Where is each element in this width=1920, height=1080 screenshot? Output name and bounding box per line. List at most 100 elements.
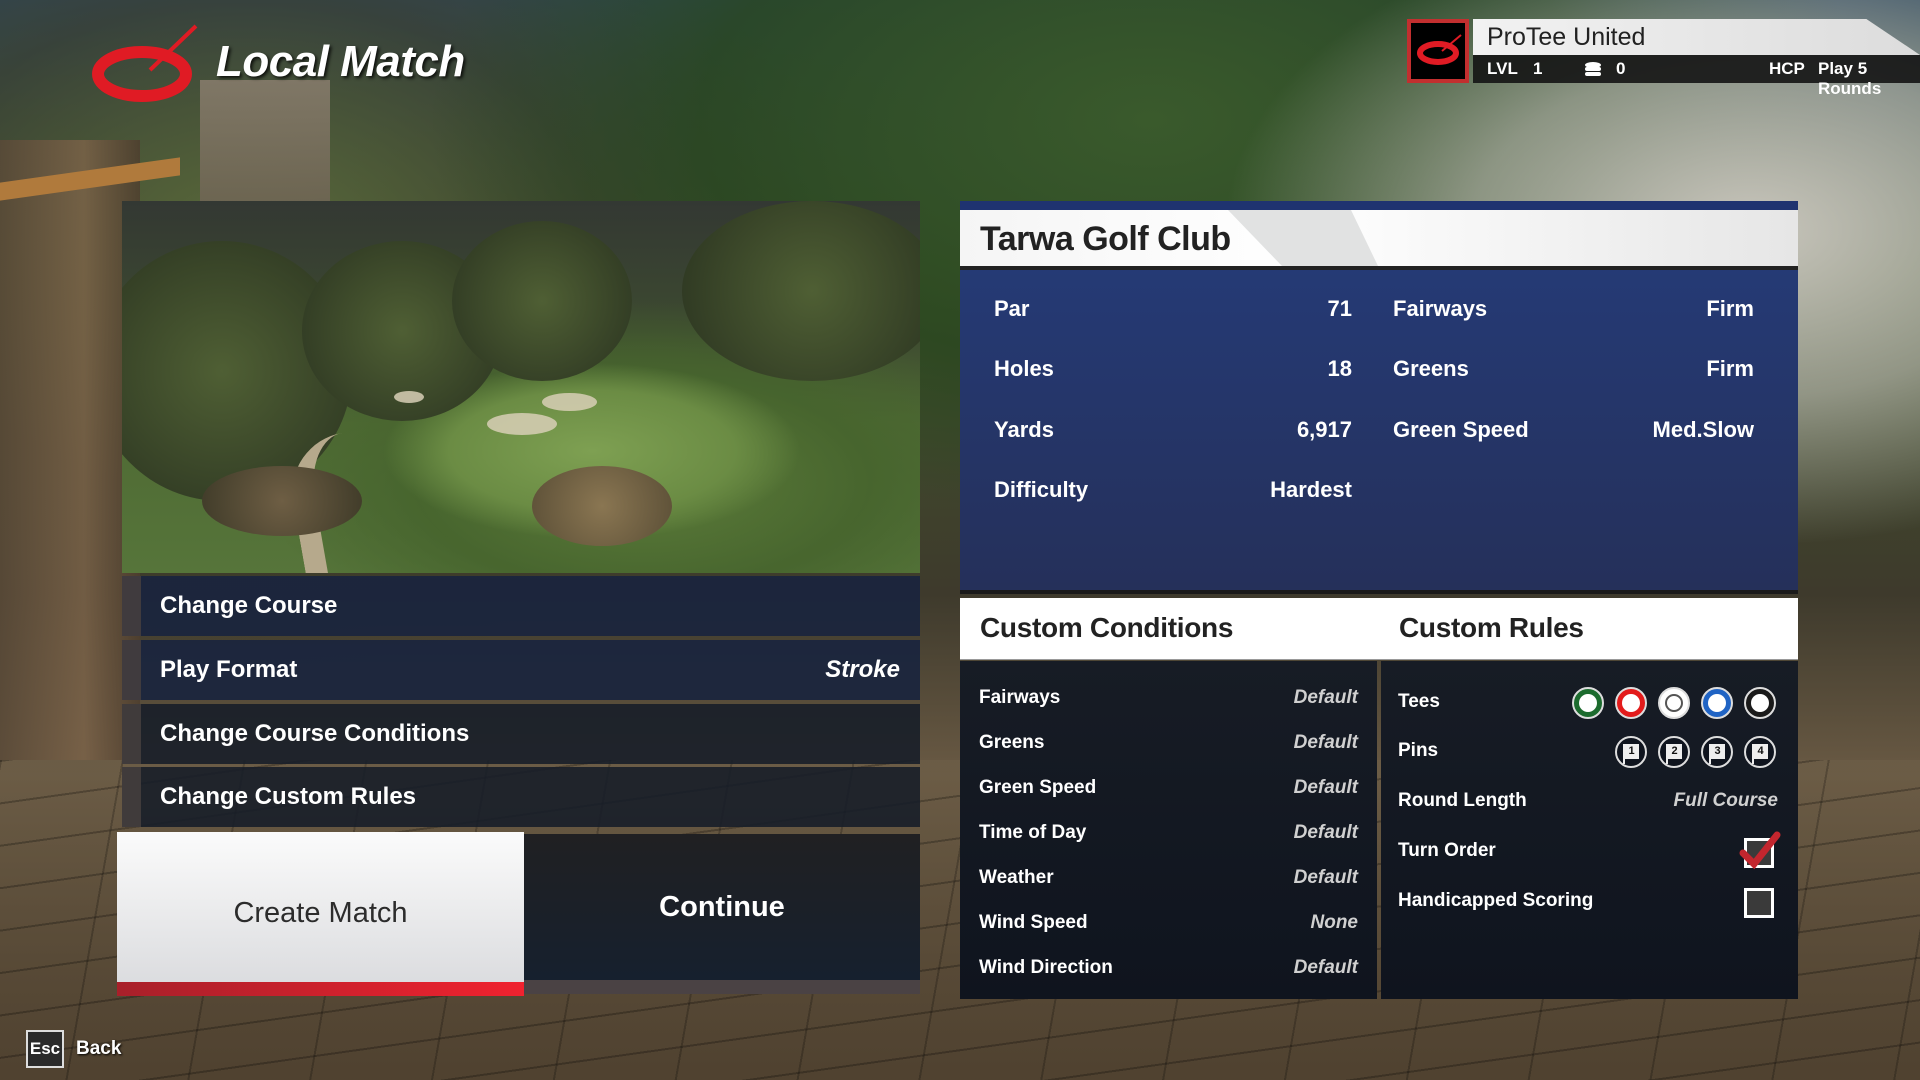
golf-ball-icon [1708, 694, 1726, 712]
coins-icon [1584, 61, 1602, 77]
condition-row: Time of Day Default [979, 822, 1358, 852]
condition-label: Fairways [979, 687, 1061, 708]
hcp-label: HCP [1769, 59, 1805, 78]
condition-label: Greens [979, 732, 1045, 753]
player-name: ProTee United [1487, 23, 1646, 51]
esc-key-icon[interactable]: Esc [26, 1030, 64, 1068]
page-title: Local Match [216, 37, 465, 86]
turn-order-label: Turn Order [1398, 840, 1496, 861]
holes-label: Holes [994, 356, 1054, 381]
pin-number: 1 [1624, 744, 1639, 759]
preview-tree [682, 201, 920, 381]
screen-header: Local Match [92, 22, 465, 102]
condition-row: Greens Default [979, 732, 1358, 762]
red-tee-icon[interactable] [1615, 687, 1647, 719]
continue-button-bar [524, 980, 920, 994]
greens-label: Greens [1393, 356, 1469, 381]
course-name: Tarwa Golf Club [980, 220, 1231, 258]
handicapped-scoring-row: Handicapped Scoring [1398, 886, 1778, 920]
change-course-conditions-label: Change Course Conditions [160, 720, 470, 747]
yards-label: Yards [994, 417, 1054, 442]
play-format-button[interactable]: Play Format Stroke [122, 640, 920, 700]
play-format-value: Stroke [825, 656, 900, 683]
preview-tree [452, 221, 632, 381]
condition-row: Weather Default [979, 867, 1358, 897]
course-preview-image [122, 201, 920, 573]
create-match-selected-indicator [117, 982, 524, 996]
pin-number: 2 [1667, 744, 1682, 759]
course-header: Tarwa Golf Club [960, 210, 1798, 270]
back-label[interactable]: Back [76, 1038, 121, 1060]
protee-avatar-icon [1417, 34, 1462, 65]
turn-order-checkbox[interactable] [1739, 831, 1781, 870]
course-panel-topbar [960, 201, 1798, 210]
change-custom-rules-button[interactable]: Change Custom Rules [122, 767, 920, 827]
tees-label: Tees [1398, 691, 1440, 712]
green-speed-value: Med.Slow [1652, 417, 1754, 442]
par-label: Par [994, 296, 1030, 321]
condition-row: Fairways Default [979, 687, 1358, 717]
condition-value: Default [1293, 732, 1358, 753]
change-custom-rules-label: Change Custom Rules [160, 783, 417, 810]
handicapped-scoring-checkbox[interactable] [1744, 888, 1774, 918]
golf-ball-icon [1579, 694, 1597, 712]
pin-1-flag-icon[interactable]: 1 [1615, 736, 1647, 768]
pin-3-flag-icon[interactable]: 3 [1701, 736, 1733, 768]
white-tee-icon[interactable] [1658, 687, 1690, 719]
holes-value: 18 [1327, 356, 1352, 381]
preview-shrubs [202, 466, 362, 536]
condition-value: Default [1293, 687, 1358, 708]
condition-value: Default [1293, 867, 1358, 888]
condition-label: Weather [979, 867, 1054, 888]
level-value: 1 [1533, 59, 1543, 78]
green-tee-icon[interactable] [1572, 687, 1604, 719]
change-course-conditions-button[interactable]: Change Course Conditions [122, 704, 920, 764]
coins-value: 0 [1616, 59, 1626, 78]
condition-row: Green Speed Default [979, 777, 1358, 807]
condition-label: Wind Speed [979, 912, 1088, 933]
condition-label: Wind Direction [979, 957, 1113, 978]
condition-value: None [1310, 912, 1359, 933]
level-label: LVL [1487, 59, 1518, 78]
back-hint[interactable]: Esc Back [26, 1030, 121, 1068]
preview-bunker [487, 413, 557, 435]
condition-value: Default [1293, 822, 1358, 843]
fairways-label: Fairways [1393, 296, 1488, 321]
blue-tee-icon[interactable] [1701, 687, 1733, 719]
profile-stats-bar: LVL 1 0 HCP Play 5 Rounds [1473, 55, 1920, 98]
change-course-button[interactable]: Change Course [122, 576, 920, 636]
round-length-label: Round Length [1398, 790, 1527, 811]
black-tee-icon[interactable] [1744, 687, 1776, 719]
player-profile-card[interactable]: ProTee United LVL 1 0 HCP Play 5 Rounds [1407, 19, 1920, 98]
create-match-button[interactable]: Create Match [117, 832, 524, 994]
green-speed-label: Green Speed [1393, 417, 1529, 442]
change-course-label: Change Course [160, 592, 338, 619]
pins-row: Pins 1 2 3 4 [1398, 736, 1778, 770]
pin-number: 3 [1710, 744, 1725, 759]
pin-selector: 1 2 3 4 [1615, 736, 1776, 768]
fairways-value: Firm [1706, 296, 1754, 321]
round-length-value: Full Course [1673, 790, 1778, 811]
condition-label: Time of Day [979, 822, 1087, 843]
golf-ball-icon [1751, 694, 1769, 712]
course-stats: Par 71 Holes 18 Yards 6,917 Difficulty H… [960, 270, 1798, 594]
checkmark-icon [1739, 831, 1781, 870]
tees-row: Tees [1398, 687, 1778, 721]
course-info-panel: Tarwa Golf Club Par 71 Holes 18 Yards 6,… [960, 201, 1798, 594]
par-value: 71 [1327, 296, 1352, 321]
pin-number: 4 [1753, 744, 1768, 759]
custom-conditions-panel: Fairways Default Greens Default Green Sp… [960, 661, 1377, 999]
condition-row: Wind Direction Default [979, 957, 1358, 987]
pin-4-flag-icon[interactable]: 4 [1744, 736, 1776, 768]
pin-2-flag-icon[interactable]: 2 [1658, 736, 1690, 768]
header-decoration [1228, 210, 1378, 266]
preview-bunker [394, 391, 424, 403]
golf-ball-icon [1622, 694, 1640, 712]
avatar [1407, 19, 1469, 83]
condition-row: Wind Speed None [979, 912, 1358, 942]
continue-button[interactable]: Continue [524, 834, 920, 980]
custom-rules-title: Custom Rules [1399, 612, 1584, 643]
round-length-row[interactable]: Round Length Full Course [1398, 786, 1778, 820]
protee-logo-icon [92, 22, 202, 102]
condition-value: Default [1293, 957, 1358, 978]
